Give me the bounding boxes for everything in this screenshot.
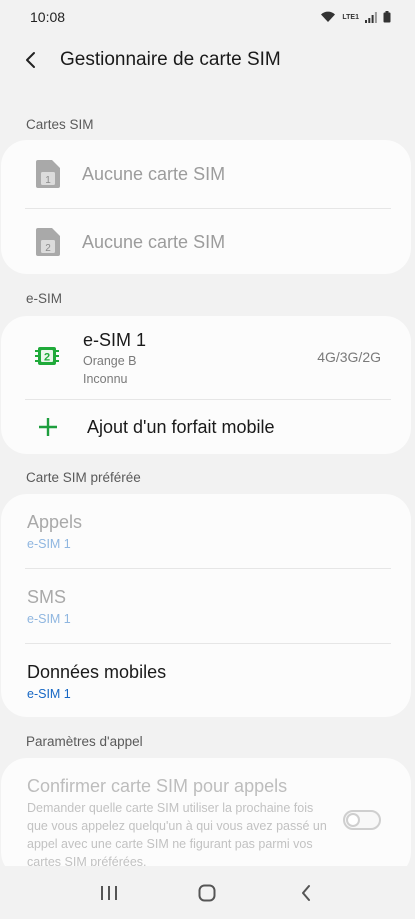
call-settings-card: Confirmer carte SIM pour appels Demander… bbox=[1, 758, 411, 878]
confirm-sim-title: Confirmer carte SIM pour appels bbox=[27, 776, 288, 796]
preferred-sms-title: SMS bbox=[27, 587, 67, 607]
preferred-mobile-data-item[interactable]: Données mobiles e-SIM 1 bbox=[1, 644, 411, 717]
preferred-sim-card: Appels e-SIM 1 SMS e-SIM 1 Données mobil… bbox=[1, 494, 411, 717]
esim-carrier: Orange B bbox=[83, 354, 137, 368]
sim-slot-number: 1 bbox=[45, 175, 51, 186]
sim-slot-label: Aucune carte SIM bbox=[82, 163, 226, 184]
esim-name: e-SIM 1 bbox=[83, 330, 147, 350]
preferred-sms-value: e-SIM 1 bbox=[27, 612, 71, 626]
lte-badge: LTE1 bbox=[342, 13, 359, 21]
preferred-mobile-data-value: e-SIM 1 bbox=[27, 687, 71, 701]
sim-card-icon: 1 bbox=[36, 160, 60, 188]
confirm-sim-for-calls-item[interactable]: Confirmer carte SIM pour appels Demander… bbox=[1, 758, 411, 878]
preferred-sim-section-label: Carte SIM préférée bbox=[26, 470, 141, 485]
esim-card: 2 e-SIM 1 Orange B Inconnu 4G/3G/2G Ajou… bbox=[1, 316, 411, 454]
esim-section-label: e-SIM bbox=[26, 291, 63, 306]
wifi-icon bbox=[321, 11, 336, 22]
home-button[interactable] bbox=[182, 873, 232, 913]
preferred-sms-item[interactable]: SMS e-SIM 1 bbox=[1, 569, 411, 643]
preferred-mobile-data-title: Données mobiles bbox=[27, 662, 167, 682]
back-icon bbox=[301, 884, 310, 901]
recents-icon bbox=[101, 885, 118, 900]
sim-slot-2[interactable]: 2 Aucune carte SIM bbox=[1, 208, 411, 276]
recents-button[interactable] bbox=[84, 873, 134, 913]
app-header: Gestionnaire de carte SIM bbox=[0, 34, 415, 86]
confirm-sim-description: Demander quelle carte SIM utiliser la pr… bbox=[27, 801, 327, 869]
sim-cards-card: 1 Aucune carte SIM 2 Aucune carte SIM bbox=[1, 140, 411, 274]
back-button[interactable] bbox=[0, 34, 60, 86]
preferred-calls-item[interactable]: Appels e-SIM 1 bbox=[1, 494, 411, 568]
add-mobile-plan-button[interactable]: Ajout d'un forfait mobile bbox=[1, 400, 411, 454]
confirm-sim-toggle[interactable] bbox=[343, 810, 381, 830]
status-bar: 10:08 LTE1 bbox=[0, 0, 415, 34]
esim-status: Inconnu bbox=[83, 372, 128, 386]
call-settings-section-label: Paramètres d'appel bbox=[26, 734, 143, 749]
status-icons: LTE1 bbox=[320, 11, 391, 23]
battery-icon bbox=[383, 11, 391, 23]
status-time: 10:08 bbox=[30, 9, 66, 25]
navigation-bar bbox=[0, 866, 415, 919]
esim-network-type: 4G/3G/2G bbox=[317, 349, 381, 365]
esim-chip-number: 2 bbox=[44, 352, 50, 364]
sim-cards-section-label: Cartes SIM bbox=[26, 117, 94, 132]
plus-icon bbox=[39, 418, 57, 436]
back-arrow-icon bbox=[26, 52, 35, 68]
esim-chip-icon: 2 bbox=[35, 347, 59, 365]
sim-slot-number: 2 bbox=[45, 243, 51, 254]
preferred-calls-value: e-SIM 1 bbox=[27, 537, 71, 551]
preferred-calls-title: Appels bbox=[27, 512, 83, 532]
toggle-knob bbox=[346, 813, 360, 827]
esim-profile-row[interactable]: 2 e-SIM 1 Orange B Inconnu 4G/3G/2G bbox=[1, 316, 411, 399]
system-back-button[interactable] bbox=[281, 873, 331, 913]
sim-card-icon: 2 bbox=[36, 228, 60, 256]
page-title: Gestionnaire de carte SIM bbox=[60, 49, 281, 70]
signal-icon bbox=[365, 11, 377, 23]
add-mobile-plan-label: Ajout d'un forfait mobile bbox=[87, 417, 275, 437]
sim-slot-label: Aucune carte SIM bbox=[82, 231, 226, 252]
home-icon bbox=[198, 884, 216, 901]
sim-slot-1[interactable]: 1 Aucune carte SIM bbox=[1, 140, 411, 208]
